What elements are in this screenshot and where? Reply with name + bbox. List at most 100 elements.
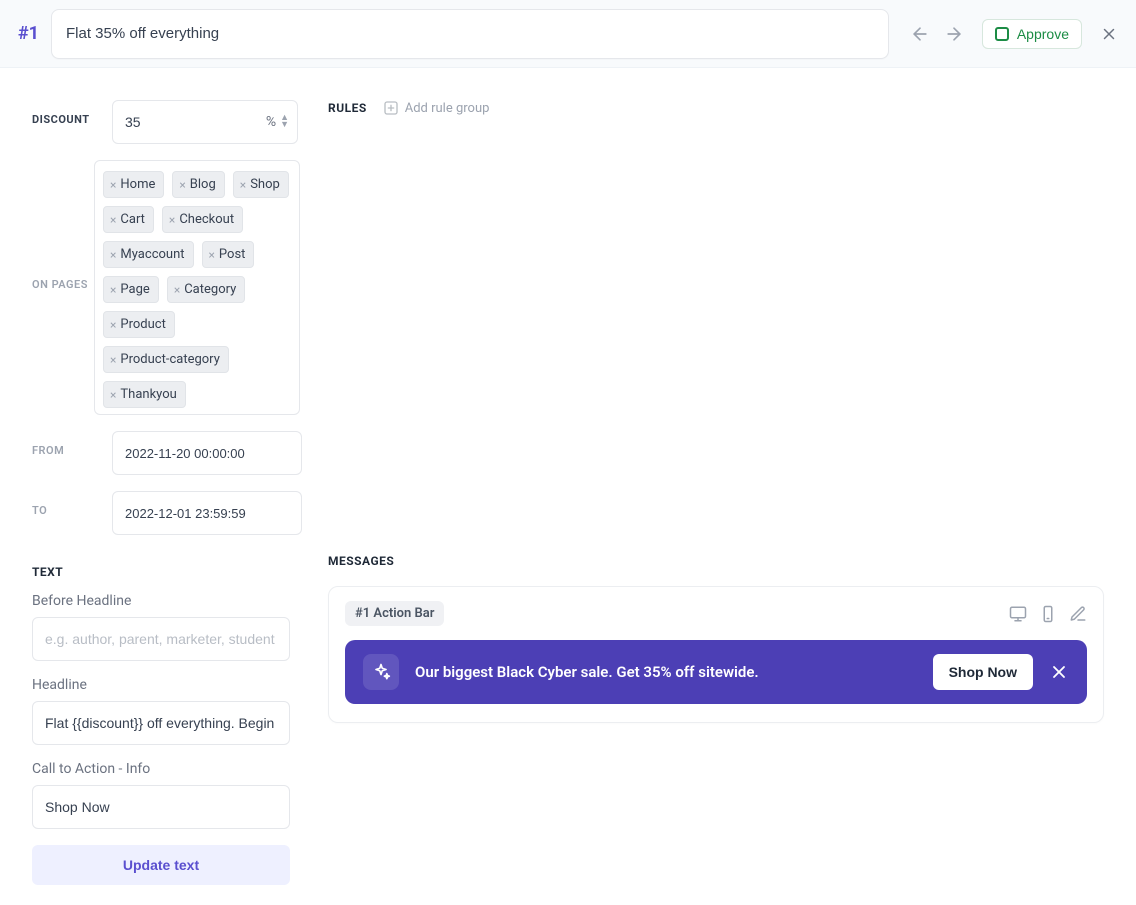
rules-header: RULES Add rule group bbox=[328, 100, 1104, 116]
action-bar-cta[interactable]: Shop Now bbox=[933, 654, 1033, 690]
action-bar-text: Our biggest Black Cyber sale. Get 35% of… bbox=[415, 663, 917, 681]
headline-label: Headline bbox=[32, 677, 300, 693]
discount-field: % ▲ ▼ bbox=[112, 100, 298, 144]
card-head: #1 Action Bar bbox=[345, 601, 1087, 626]
discount-label: DISCOUNT bbox=[32, 100, 112, 126]
page-tag[interactable]: × Post bbox=[202, 241, 255, 268]
cta-input[interactable] bbox=[32, 785, 290, 829]
page-tag[interactable]: × Page bbox=[103, 276, 159, 303]
before-headline-group: Before Headline bbox=[32, 593, 300, 661]
remove-tag-icon[interactable]: × bbox=[110, 353, 116, 367]
page-tag-label: Home bbox=[120, 177, 155, 192]
page-tag[interactable]: × Checkout bbox=[162, 206, 243, 233]
page-tag[interactable]: × Product bbox=[103, 311, 175, 338]
title-input[interactable] bbox=[51, 9, 889, 59]
pencil-icon bbox=[1069, 605, 1087, 623]
main: DISCOUNT % ▲ ▼ ON PAGES ×Home×Blog×Shop×… bbox=[0, 68, 1136, 905]
item-index: #1 bbox=[18, 23, 39, 44]
left-panel: DISCOUNT % ▲ ▼ ON PAGES ×Home×Blog×Shop×… bbox=[0, 68, 300, 905]
discount-row: DISCOUNT % ▲ ▼ bbox=[32, 100, 300, 144]
page-tag[interactable]: × Home bbox=[103, 171, 164, 198]
action-bar-close[interactable] bbox=[1049, 662, 1069, 682]
cta-group: Call to Action - Info bbox=[32, 761, 300, 829]
mobile-preview-button[interactable] bbox=[1039, 605, 1057, 623]
message-card: #1 Action Bar O bbox=[328, 586, 1104, 723]
from-label: FROM bbox=[32, 431, 112, 457]
rules-title: RULES bbox=[328, 101, 367, 115]
approve-button[interactable]: Approve bbox=[982, 19, 1082, 49]
close-button[interactable] bbox=[1098, 23, 1120, 45]
messages-title: MESSAGES bbox=[328, 554, 1104, 568]
before-headline-input[interactable] bbox=[32, 617, 290, 661]
on-pages-label: ON PAGES bbox=[32, 160, 94, 291]
on-pages-row: ON PAGES × Home × Blog × Shop × Cart × Checkout × M… bbox=[32, 160, 300, 415]
page-tag-label: Page bbox=[120, 282, 149, 297]
arrow-right-icon bbox=[944, 24, 964, 44]
checkbox-icon bbox=[995, 27, 1009, 41]
plus-square-icon bbox=[383, 100, 399, 116]
headline-input[interactable] bbox=[32, 701, 290, 745]
page-tag[interactable]: × Shop bbox=[233, 171, 289, 198]
to-input[interactable] bbox=[112, 491, 302, 535]
page-tag[interactable]: × Thankyou bbox=[103, 381, 186, 408]
smartphone-icon bbox=[1039, 605, 1057, 623]
prev-button[interactable] bbox=[906, 20, 934, 48]
card-title-badge: #1 Action Bar bbox=[345, 601, 444, 626]
add-rule-group-button[interactable]: Add rule group bbox=[383, 100, 490, 116]
page-tag[interactable]: × Cart bbox=[103, 206, 154, 233]
page-tag-label: Cart bbox=[120, 212, 145, 227]
next-button[interactable] bbox=[940, 20, 968, 48]
page-tag-label: Thankyou bbox=[120, 387, 176, 402]
remove-tag-icon[interactable]: × bbox=[110, 318, 116, 332]
page-tag-label: Post bbox=[219, 247, 246, 262]
to-row: TO bbox=[32, 491, 300, 535]
remove-tag-icon[interactable]: × bbox=[169, 213, 175, 227]
pages-tagbox[interactable]: ×Home×Blog×Shop×Cart×Checkout×Myaccount×… bbox=[94, 160, 300, 415]
page-tag[interactable]: × Myaccount bbox=[103, 241, 194, 268]
remove-tag-icon[interactable]: × bbox=[174, 283, 180, 297]
page-tag-label: Shop bbox=[250, 177, 280, 192]
page-tag[interactable]: × Category bbox=[167, 276, 245, 303]
remove-tag-icon[interactable]: × bbox=[110, 283, 116, 297]
page-tag-label: Category bbox=[184, 282, 236, 297]
nav-arrows bbox=[906, 20, 968, 48]
remove-tag-icon[interactable]: × bbox=[209, 248, 215, 262]
from-row: FROM bbox=[32, 431, 300, 475]
page-tag-label: Checkout bbox=[179, 212, 234, 227]
remove-tag-icon[interactable]: × bbox=[110, 178, 116, 192]
cta-label: Call to Action - Info bbox=[32, 761, 300, 777]
page-tag[interactable]: × Blog bbox=[172, 171, 224, 198]
update-text-button[interactable]: Update text bbox=[32, 845, 290, 885]
topbar: #1 Approve bbox=[0, 0, 1136, 68]
page-tag-label: Product-category bbox=[120, 352, 219, 367]
headline-group: Headline bbox=[32, 677, 300, 745]
add-rule-label: Add rule group bbox=[405, 101, 490, 116]
before-headline-label: Before Headline bbox=[32, 593, 300, 609]
page-tag[interactable]: × Product-category bbox=[103, 346, 229, 373]
remove-tag-icon[interactable]: × bbox=[240, 178, 246, 192]
action-bar-preview: Our biggest Black Cyber sale. Get 35% of… bbox=[345, 640, 1087, 704]
close-icon bbox=[1049, 662, 1069, 682]
monitor-icon bbox=[1009, 605, 1027, 623]
to-label: TO bbox=[32, 491, 112, 517]
close-icon bbox=[1100, 25, 1118, 43]
edit-button[interactable] bbox=[1069, 605, 1087, 623]
page-tag-label: Myaccount bbox=[120, 247, 184, 262]
from-input[interactable] bbox=[112, 431, 302, 475]
right-panel: RULES Add rule group MESSAGES #1 Action … bbox=[300, 68, 1136, 905]
remove-tag-icon[interactable]: × bbox=[179, 178, 185, 192]
remove-tag-icon[interactable]: × bbox=[110, 213, 116, 227]
remove-tag-icon[interactable]: × bbox=[110, 248, 116, 262]
text-section-title: TEXT bbox=[32, 565, 300, 579]
approve-label: Approve bbox=[1017, 26, 1069, 42]
discount-input[interactable] bbox=[113, 101, 266, 143]
step-down-icon[interactable]: ▼ bbox=[280, 122, 289, 129]
number-stepper[interactable]: ▲ ▼ bbox=[278, 115, 291, 129]
desktop-preview-button[interactable] bbox=[1009, 605, 1027, 623]
arrow-left-icon bbox=[910, 24, 930, 44]
sparkle-icon bbox=[371, 662, 391, 682]
remove-tag-icon[interactable]: × bbox=[110, 388, 116, 402]
page-tag-label: Product bbox=[120, 317, 165, 332]
sparkle-icon-wrap bbox=[363, 654, 399, 690]
page-tag-label: Blog bbox=[190, 177, 216, 192]
